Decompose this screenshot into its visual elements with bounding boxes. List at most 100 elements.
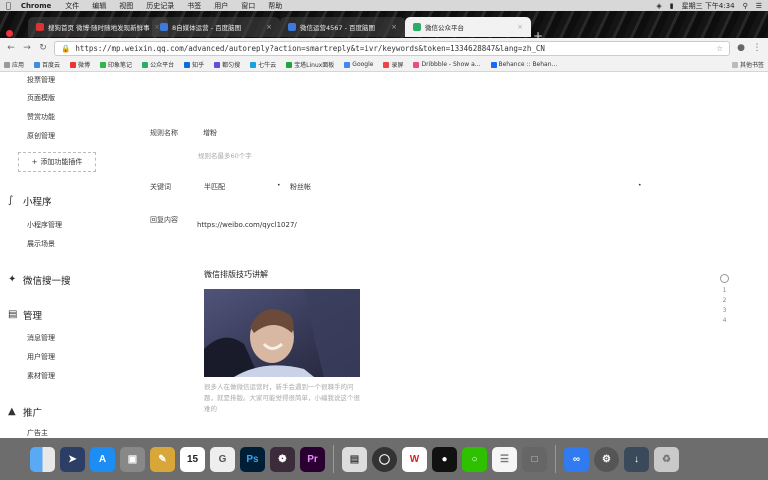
menu-list-icon[interactable]: ☰ [756,2,762,10]
pages-icon[interactable]: ✎ [150,446,175,472]
baiduwangpan-icon[interactable]: ∞ [564,446,589,472]
article-title[interactable]: 微信排版技巧讲解 [204,269,268,280]
bookmark-google[interactable]: Google [344,61,373,68]
sidebar-item-messages[interactable]: 消息管理 [27,333,55,343]
launchpad-icon[interactable]: ➤ [60,446,85,472]
tab-bar: 搜狗首页 微博·随时随地发现新鲜事 × 8自媒体运营 - 百度脑图 × 微信运营… [0,11,768,42]
menu-history[interactable]: 历史记录 [146,1,174,11]
menu-edit[interactable]: 编辑 [92,1,106,11]
menu-window[interactable]: 窗口 [241,1,255,11]
search-icon[interactable]: ⚲ [743,2,748,10]
sidebar-section-miniprogram[interactable]: ∫ 小程序 [8,194,52,209]
close-tab-icon[interactable]: × [266,23,272,31]
sidebar-section-promote[interactable]: ▲ 推广 [8,405,42,420]
keyword-match-select[interactable]: 半匹配 [204,182,225,192]
bookmark-zhihu[interactable]: 知乎 [184,60,204,69]
lock-icon: 🔒 [61,43,71,53]
trash-icon[interactable]: ♻ [654,446,679,472]
bookmark-evernote[interactable]: 印象笔记 [100,60,132,69]
bookmark-duyunsou[interactable]: 都匀搜 [214,60,240,69]
sidebar-section-manage[interactable]: ▤ 管理 [8,308,42,323]
sidebar-section-search[interactable]: ✦ 微信搜一搜 [8,273,71,288]
bookmark-mp[interactable]: 公众平台 [142,60,174,69]
page-number[interactable]: 4 [720,316,729,326]
qq-icon[interactable]: ● [432,446,457,472]
tab-label: 8自媒体运营 - 百度脑图 [172,24,242,32]
git-icon[interactable]: G [210,446,235,472]
apple-icon[interactable]:  [6,1,11,10]
add-plugin-button[interactable]: + 添加功能插件 [18,152,96,172]
wps-icon[interactable]: W [402,446,427,472]
weibo-icon [70,61,77,68]
safari-icon[interactable]: ⚙ [594,446,619,472]
close-tab-icon[interactable]: × [391,23,397,31]
bookmark-weibo[interactable]: 微博 [70,60,90,69]
mockup-icon[interactable]: □ [522,446,547,472]
rule-name-value[interactable]: 增粉 [203,128,217,138]
reload-icon[interactable]: ↻ [38,43,48,53]
page-number[interactable]: 2 [720,296,729,306]
extension-icon[interactable]: ● [736,43,746,53]
tab-label: 微信运营4567 - 百度脑图 [300,24,376,32]
wechat-icon[interactable]: ○ [462,446,487,472]
bookmark-baiduyun[interactable]: 百度云 [34,60,60,69]
battery-icon[interactable]: ▮ [670,2,674,10]
sidebar-item-original[interactable]: 原创管理 [27,131,55,141]
menu-file[interactable]: 文件 [65,1,79,11]
article-cover-image[interactable] [204,289,360,377]
bookmark-behance[interactable]: Behance :: Behan... [490,61,557,68]
sidebar-item-vote[interactable]: 投票管理 [27,75,55,85]
page-number[interactable]: 1 [720,286,729,296]
wifi-icon[interactable]: ◈ [656,2,661,10]
sidebar-item-advertiser[interactable]: 广告主 [27,428,48,438]
reply-text[interactable]: https://weibo.com/qycl1027/ [197,221,297,229]
menu-app-name[interactable]: Chrome [21,2,51,10]
page-number[interactable]: 3 [720,306,729,316]
bookmark-label: Google [352,61,374,68]
tab-weixin-mp[interactable]: 微信公众平台 × [405,17,531,37]
bookmark-bt[interactable]: 宝塔Linux面板 [286,60,334,69]
sidebar-item-page-template[interactable]: 页面模版 [27,93,55,103]
bookmark-dribbble[interactable]: Dribbble - Show a... [413,61,481,68]
menu-bookmarks[interactable]: 书签 [187,1,201,11]
bookmark-qiniu[interactable]: 七牛云 [250,60,276,69]
photoshop-icon[interactable]: Ps [240,446,265,472]
calendar-icon[interactable]: 15 [180,446,205,472]
keyword-value[interactable]: 粉丝帐 [290,182,311,192]
sidebar-item-materials[interactable]: 素材管理 [27,371,55,381]
menu-view[interactable]: 视图 [119,1,133,11]
tab-weibo[interactable]: 搜狗首页 微博·随时随地发现新鲜事 × [28,17,168,37]
circle-icon[interactable] [720,274,729,283]
premiere-icon[interactable]: Pr [300,446,325,472]
chrome-menu-icon[interactable]: ⋮ [752,43,762,53]
bookmark-record[interactable]: 录屏 [383,60,403,69]
bookmark-other[interactable]: 其他书签 [731,60,764,69]
bookmark-star-icon[interactable]: ☆ [716,44,723,53]
url-field[interactable]: 🔒 https://mp.weixin.qq.com/advanced/auto… [54,40,730,56]
back-icon[interactable]: ← [6,43,16,53]
download-icon[interactable]: ↓ [624,446,649,472]
chrome-icon[interactable]: ◯ [372,446,397,472]
bug-icon[interactable]: ❁ [270,446,295,472]
appstore-icon[interactable]: A [90,446,115,472]
menu-people[interactable]: 用户 [214,1,228,11]
forward-icon[interactable]: → [22,43,32,53]
close-window-button[interactable] [6,30,13,37]
menu-help[interactable]: 帮助 [268,1,282,11]
finder-icon[interactable] [30,446,55,472]
dot-icon: • [277,182,281,189]
close-tab-icon[interactable]: × [517,23,523,31]
preview-icon[interactable]: ▣ [120,446,145,472]
textedit-icon[interactable]: ☰ [492,446,517,472]
tab-naotu-1[interactable]: 8自媒体运营 - 百度脑图 × [152,17,280,37]
tab-naotu-2[interactable]: 微信运营4567 - 百度脑图 × [280,17,405,37]
sidebar-item-reward[interactable]: 赞赏功能 [27,112,55,122]
sidebar-item-users[interactable]: 用户管理 [27,352,55,362]
cover-photo-icon [204,289,360,377]
menubar-clock[interactable]: 星期三 下午4:34 [682,1,735,11]
notes-icon[interactable]: ▤ [342,446,367,472]
bookmark-apps[interactable]: 应用 [4,60,24,69]
sidebar-item-miniprogram-manage[interactable]: 小程序管理 [27,220,62,230]
sidebar-item-display-scene[interactable]: 展示场景 [27,239,55,249]
add-plugin-label: 添加功能插件 [40,158,83,166]
